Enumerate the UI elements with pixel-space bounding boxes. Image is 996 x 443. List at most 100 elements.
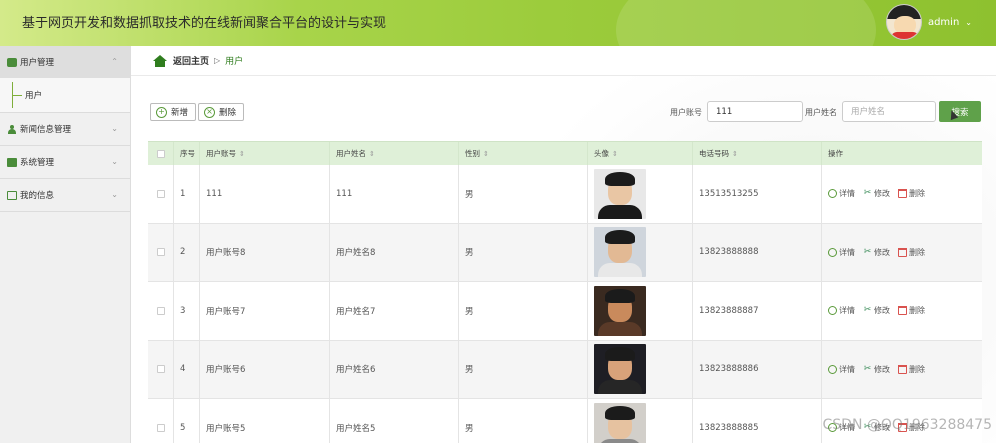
col-account[interactable]: 用户账号 ⇕ bbox=[200, 142, 330, 165]
avatar-photo[interactable] bbox=[594, 402, 646, 443]
sidebar-item-users[interactable]: 用户 bbox=[0, 78, 130, 112]
sidebar-item-user-management[interactable]: 用户管理 ⌃ bbox=[0, 46, 130, 78]
user-menu[interactable]: admin ⌄ bbox=[885, 4, 972, 40]
chat-icon bbox=[7, 57, 17, 67]
row-delete-button[interactable]: 删除 bbox=[898, 247, 925, 258]
search-icon bbox=[828, 364, 837, 374]
user-table: 序号 用户账号 ⇕ 用户姓名 ⇕ 性别 ⇕ 头像 ⇕ 电话号码 ⇕ 操作 1 111 11… bbox=[148, 141, 982, 443]
row-checkbox[interactable] bbox=[156, 248, 165, 257]
person-icon bbox=[7, 124, 17, 134]
account-search-input[interactable] bbox=[707, 101, 803, 122]
name-search-input[interactable] bbox=[842, 101, 936, 122]
trash-icon bbox=[898, 306, 907, 316]
row-delete-button[interactable]: 删除 bbox=[898, 364, 925, 375]
sidebar-item-news-management[interactable]: 新闻信息管理 ⌄ bbox=[0, 113, 130, 145]
avatar-photo[interactable] bbox=[594, 344, 646, 395]
home-icon[interactable] bbox=[153, 54, 167, 67]
sidebar-group-news: 新闻信息管理 ⌄ bbox=[0, 113, 130, 146]
col-phone[interactable]: 电话号码 ⇕ bbox=[693, 142, 822, 165]
detail-button[interactable]: 详情 bbox=[828, 188, 855, 199]
trash-icon bbox=[898, 364, 907, 374]
col-actions: 操作 bbox=[828, 149, 843, 158]
edit-button[interactable]: ✂ 修改 bbox=[863, 364, 890, 375]
breadcrumb-home-link[interactable]: 返回主页 bbox=[173, 54, 209, 67]
avatar-photo[interactable] bbox=[594, 227, 646, 278]
detail-button[interactable]: 详情 bbox=[828, 247, 855, 258]
close-circle-icon: × bbox=[204, 106, 215, 118]
row-phone: 13823888887 bbox=[693, 282, 822, 340]
row-delete-button[interactable]: 删除 bbox=[898, 305, 925, 316]
row-phone: 13823888886 bbox=[693, 340, 822, 398]
table-header: 序号 用户账号 ⇕ 用户姓名 ⇕ 性别 ⇕ 头像 ⇕ 电话号码 ⇕ 操作 bbox=[148, 141, 982, 165]
row-phone: 13823888888 bbox=[693, 223, 822, 281]
search-icon bbox=[828, 247, 837, 257]
chevron-down-icon: ⌄ bbox=[111, 124, 118, 133]
main-content: 返回主页 ▷ 用户 + 新增 × 删除 用户账号 用户姓名 搜索 序号 用户账号… bbox=[131, 46, 996, 443]
table-row: 1 111 111 男 13513513255 详情 ✂ 修改 删除 bbox=[148, 165, 982, 224]
table-row: 4 用户账号6 用户姓名6 男 13823888886 详情 ✂ 修改 删除 bbox=[148, 340, 982, 399]
plus-icon: + bbox=[156, 106, 167, 118]
edit-icon: ✂ bbox=[863, 363, 872, 374]
delete-button[interactable]: × 删除 bbox=[198, 103, 244, 121]
name-search-label: 用户姓名 bbox=[805, 108, 837, 117]
row-checkbox[interactable] bbox=[156, 306, 165, 315]
sidebar-group-my-info: 我的信息 ⌄ bbox=[0, 179, 130, 212]
col-avatar[interactable]: 头像 ⇕ bbox=[588, 142, 693, 165]
row-index: 5 bbox=[174, 399, 200, 443]
col-gender[interactable]: 性别 ⇕ bbox=[459, 142, 588, 165]
row-account: 用户账号5 bbox=[200, 399, 330, 443]
edit-button[interactable]: ✂ 修改 bbox=[863, 247, 890, 258]
row-index: 4 bbox=[174, 340, 200, 398]
detail-button[interactable]: 详情 bbox=[828, 364, 855, 375]
row-account: 111 bbox=[200, 165, 330, 223]
col-name[interactable]: 用户姓名 ⇕ bbox=[330, 142, 459, 165]
detail-button[interactable]: 详情 bbox=[828, 305, 855, 316]
row-index: 3 bbox=[174, 282, 200, 340]
breadcrumb-current: 用户 bbox=[225, 57, 244, 67]
sort-icon: ⇕ bbox=[483, 149, 489, 158]
row-gender: 男 bbox=[459, 165, 588, 223]
breadcrumb: 返回主页 ▷ 用户 bbox=[131, 46, 996, 76]
search-icon bbox=[828, 189, 837, 199]
account-search-label: 用户账号 bbox=[670, 108, 702, 117]
avatar-photo[interactable] bbox=[594, 285, 646, 336]
chevron-down-icon: ⌄ bbox=[111, 190, 118, 199]
sort-icon: ⇕ bbox=[369, 149, 375, 158]
row-name: 用户姓名6 bbox=[330, 340, 459, 398]
chevron-up-icon: ⌃ bbox=[111, 57, 118, 66]
row-account: 用户账号8 bbox=[200, 223, 330, 281]
chevron-down-icon: ⌄ bbox=[111, 157, 118, 166]
edit-button[interactable]: ✂ 修改 bbox=[863, 188, 890, 199]
row-delete-button[interactable]: 删除 bbox=[898, 188, 925, 199]
trash-icon bbox=[898, 247, 907, 257]
avatar[interactable] bbox=[885, 4, 922, 40]
avatar-photo[interactable] bbox=[594, 168, 646, 219]
row-name: 用户姓名5 bbox=[330, 399, 459, 443]
user-name[interactable]: admin bbox=[928, 17, 959, 28]
row-checkbox[interactable] bbox=[156, 365, 165, 374]
sort-icon: ⇕ bbox=[239, 149, 245, 158]
top-header: 基于网页开发和数据抓取技术的在线新闻聚合平台的设计与实现 admin ⌄ bbox=[0, 0, 996, 46]
edit-icon: ✂ bbox=[863, 305, 872, 316]
sidebar-item-system-management[interactable]: 系统管理 ⌄ bbox=[0, 146, 130, 178]
box-icon bbox=[7, 157, 17, 167]
row-index: 1 bbox=[174, 165, 200, 223]
sidebar: 用户管理 ⌃ 用户 新闻信息管理 ⌄ 系统管理 ⌄ 我的信息 ⌄ bbox=[0, 46, 131, 443]
edit-icon: ✂ bbox=[863, 246, 872, 257]
row-gender: 男 bbox=[459, 399, 588, 443]
search-button[interactable]: 搜索 bbox=[939, 101, 981, 122]
row-name: 111 bbox=[330, 165, 459, 223]
card-icon bbox=[7, 190, 17, 200]
row-checkbox[interactable] bbox=[156, 189, 165, 198]
sort-icon: ⇕ bbox=[612, 149, 618, 158]
row-phone: 13823888885 bbox=[693, 399, 822, 443]
app-title: 基于网页开发和数据抓取技术的在线新闻聚合平台的设计与实现 bbox=[22, 16, 387, 31]
edit-button[interactable]: ✂ 修改 bbox=[863, 305, 890, 316]
select-all-checkbox[interactable] bbox=[156, 149, 165, 158]
sidebar-item-my-info[interactable]: 我的信息 ⌄ bbox=[0, 179, 130, 211]
row-checkbox[interactable] bbox=[156, 423, 165, 432]
sort-icon: ⇕ bbox=[732, 149, 738, 158]
chevron-down-icon[interactable]: ⌄ bbox=[965, 18, 972, 27]
table-row: 3 用户账号7 用户姓名7 男 13823888887 详情 ✂ 修改 删除 bbox=[148, 282, 982, 341]
add-button[interactable]: + 新增 bbox=[150, 103, 196, 121]
